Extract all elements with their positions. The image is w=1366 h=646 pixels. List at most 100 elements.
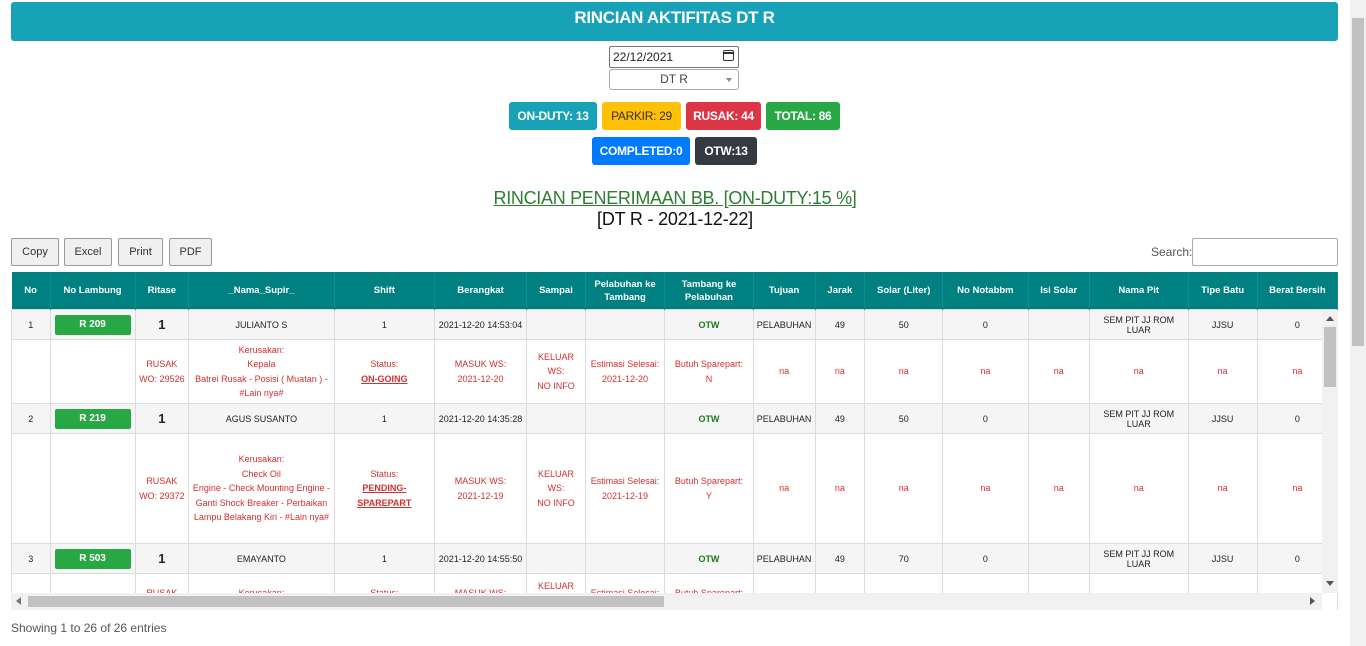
detail-masuk-ws: MASUK WS: 2021-12-20 <box>433 339 528 404</box>
col-header-pit[interactable]: Nama Pit <box>1089 272 1189 310</box>
col-header-notabbm[interactable]: No Notabbm <box>942 272 1029 310</box>
lambung-badge[interactable]: R 209 <box>54 314 131 335</box>
parkir-badge[interactable]: PARKIR: 29 <box>602 102 681 130</box>
detail-sparepart: Butuh Sparepart: N <box>664 339 754 404</box>
cell-jarak: 49 <box>814 309 866 340</box>
cell-supir: EMAYANTO <box>188 543 335 574</box>
status-value[interactable]: ON-GOING <box>337 372 432 387</box>
scroll-down-icon[interactable] <box>1326 581 1334 586</box>
page-title: RINCIAN AKTIFITAS DT R <box>574 8 775 27</box>
section-subtitle: [DT R - 2021-12-22] <box>597 209 753 229</box>
detail-estimasi: Estimasi Selesai: 2021-12-19 <box>584 433 666 544</box>
table-detail-row: RUSAK WO: 29372 Kerusakan: Check Oil Engi… <box>11 433 1338 544</box>
col-header-solar[interactable]: Solar (Liter) <box>864 272 944 310</box>
cell-jarak: 49 <box>814 403 866 434</box>
cell-shift: 1 <box>333 403 435 434</box>
date-value: 22/12/2021 <box>613 50 674 64</box>
cell-supir: JULIANTO S <box>188 309 335 340</box>
col-header-tipe[interactable]: Tipe Batu <box>1188 272 1258 310</box>
scroll-thumb[interactable] <box>1324 327 1336 387</box>
col-header-lambung[interactable]: No Lambung <box>50 272 136 310</box>
scroll-up-icon[interactable] <box>1326 316 1334 321</box>
page-header: RINCIAN AKTIFITAS DT R <box>11 2 1338 41</box>
col-header-tujuan[interactable]: Tujuan <box>753 272 816 310</box>
cell-sampai <box>526 543 586 574</box>
cell-pit: SEM PIT JJ ROM LUAR <box>1088 543 1189 574</box>
on-duty-badge[interactable]: ON-DUTY: 13 <box>509 102 597 130</box>
rusak-badge[interactable]: RUSAK: 44 <box>686 102 761 130</box>
cell-tam-pel: OTW <box>664 309 754 340</box>
cell-tipe: JJSU <box>1187 543 1258 574</box>
page-scroll-thumb[interactable] <box>1352 18 1364 346</box>
cell-tujuan: PELABUHAN <box>752 403 816 434</box>
table-info: Showing 1 to 26 of 26 entries <box>11 621 167 635</box>
col-header-pel-tam[interactable]: Pelabuhan ke Tambang <box>585 272 666 310</box>
cell-no: 2 <box>11 403 51 434</box>
lambung-badge[interactable]: R 503 <box>54 548 131 569</box>
table-vertical-scrollbar[interactable] <box>1322 310 1338 593</box>
cell-supir: AGUS SUSANTO <box>188 403 335 434</box>
detail-status: Status: ON-GOING <box>333 339 435 404</box>
detail-keluar-ws: KELUAR WS: NO INFO <box>526 433 586 544</box>
page-vertical-scrollbar[interactable] <box>1350 0 1366 646</box>
lambung-badge[interactable]: R 219 <box>54 408 131 429</box>
col-header-ritase[interactable]: Ritase <box>135 272 190 310</box>
table-horizontal-scrollbar[interactable] <box>11 593 1322 610</box>
cell-shift: 1 <box>333 309 435 340</box>
col-header-berat[interactable]: Berat Bersih <box>1257 272 1338 310</box>
total-badge-label: TOTAL: 86 <box>774 109 832 123</box>
status-value[interactable]: PENDING-SPAREPART <box>337 481 432 510</box>
table-header-row: No No Lambung Ritase _Nama_Supir_ Shift … <box>11 272 1338 310</box>
unit-select-value: DT R <box>660 72 688 86</box>
cell-notabbm: 0 <box>942 403 1029 434</box>
pdf-button[interactable]: PDF <box>169 238 212 266</box>
section-title[interactable]: RINCIAN PENERIMAAN BB. [ON-DUTY:15 %] <box>0 188 1350 209</box>
cell-ritase: 1 <box>134 309 190 340</box>
detail-status: Status: PENDING-SPAREPART <box>333 433 435 544</box>
otw-badge[interactable]: OTW:13 <box>695 137 757 165</box>
detail-na: na <box>942 433 1029 544</box>
scroll-left-icon[interactable] <box>16 597 21 605</box>
excel-button[interactable]: Excel <box>64 238 112 266</box>
table-row[interactable]: 2R 219 1 AGUS SUSANTO 1 2021-12-20 14:35:28 O… <box>11 403 1338 434</box>
detail-empty <box>11 433 51 544</box>
col-header-shift[interactable]: Shift <box>334 272 435 310</box>
total-badge[interactable]: TOTAL: 86 <box>766 102 840 130</box>
table-row[interactable]: 1R 209 1 JULIANTO S 1 2021-12-20 14:53:04 OTW… <box>11 309 1338 340</box>
date-picker[interactable]: 22/12/2021 <box>609 46 739 68</box>
detail-keluar-ws: KELUAR WS: NO INFO <box>526 339 586 404</box>
cell-pel-tam <box>584 403 666 434</box>
cell-solar: 50 <box>864 309 944 340</box>
status-label: Status: <box>370 468 399 479</box>
unit-select[interactable]: DT R <box>609 69 739 90</box>
col-header-sampai[interactable]: Sampai <box>526 272 586 310</box>
col-header-tam-pel[interactable]: Tambang ke Pelabuhan <box>664 272 754 310</box>
detail-na: na <box>1027 339 1090 404</box>
col-header-berangkat[interactable]: Berangkat <box>434 272 528 310</box>
scroll-right-icon[interactable] <box>1310 597 1315 605</box>
cell-berangkat: 2021-12-20 14:55:50 <box>433 543 528 574</box>
col-header-no[interactable]: No <box>11 272 51 310</box>
print-button[interactable]: Print <box>118 238 163 266</box>
detail-ritase: RUSAK WO: 29372 <box>134 433 190 544</box>
detail-na: na <box>814 339 866 404</box>
cell-solar: 50 <box>864 403 944 434</box>
cell-no: 3 <box>11 543 51 574</box>
copy-button[interactable]: Copy <box>11 238 59 266</box>
cell-isi-solar <box>1027 309 1090 340</box>
completed-badge[interactable]: COMPLETED:0 <box>592 137 690 165</box>
chevron-down-icon <box>726 78 732 82</box>
detail-na: na <box>752 339 816 404</box>
cell-sampai <box>526 309 586 340</box>
search-input[interactable] <box>1192 238 1338 266</box>
col-header-isi-solar[interactable]: Isi Solar <box>1028 272 1090 310</box>
col-header-jarak[interactable]: Jarak <box>815 272 866 310</box>
cell-notabbm: 0 <box>942 543 1029 574</box>
scroll-thumb[interactable] <box>28 596 664 607</box>
col-header-supir[interactable]: _Nama_Supir_ <box>188 272 335 310</box>
on-duty-badge-label: ON-DUTY: 13 <box>517 109 589 123</box>
table-row[interactable]: 3R 503 1 EMAYANTO 1 2021-12-20 14:55:50 OTW PE… <box>11 543 1338 574</box>
detail-na: na <box>864 433 944 544</box>
calendar-icon[interactable] <box>723 50 734 61</box>
search-label: Search: <box>1151 245 1193 259</box>
